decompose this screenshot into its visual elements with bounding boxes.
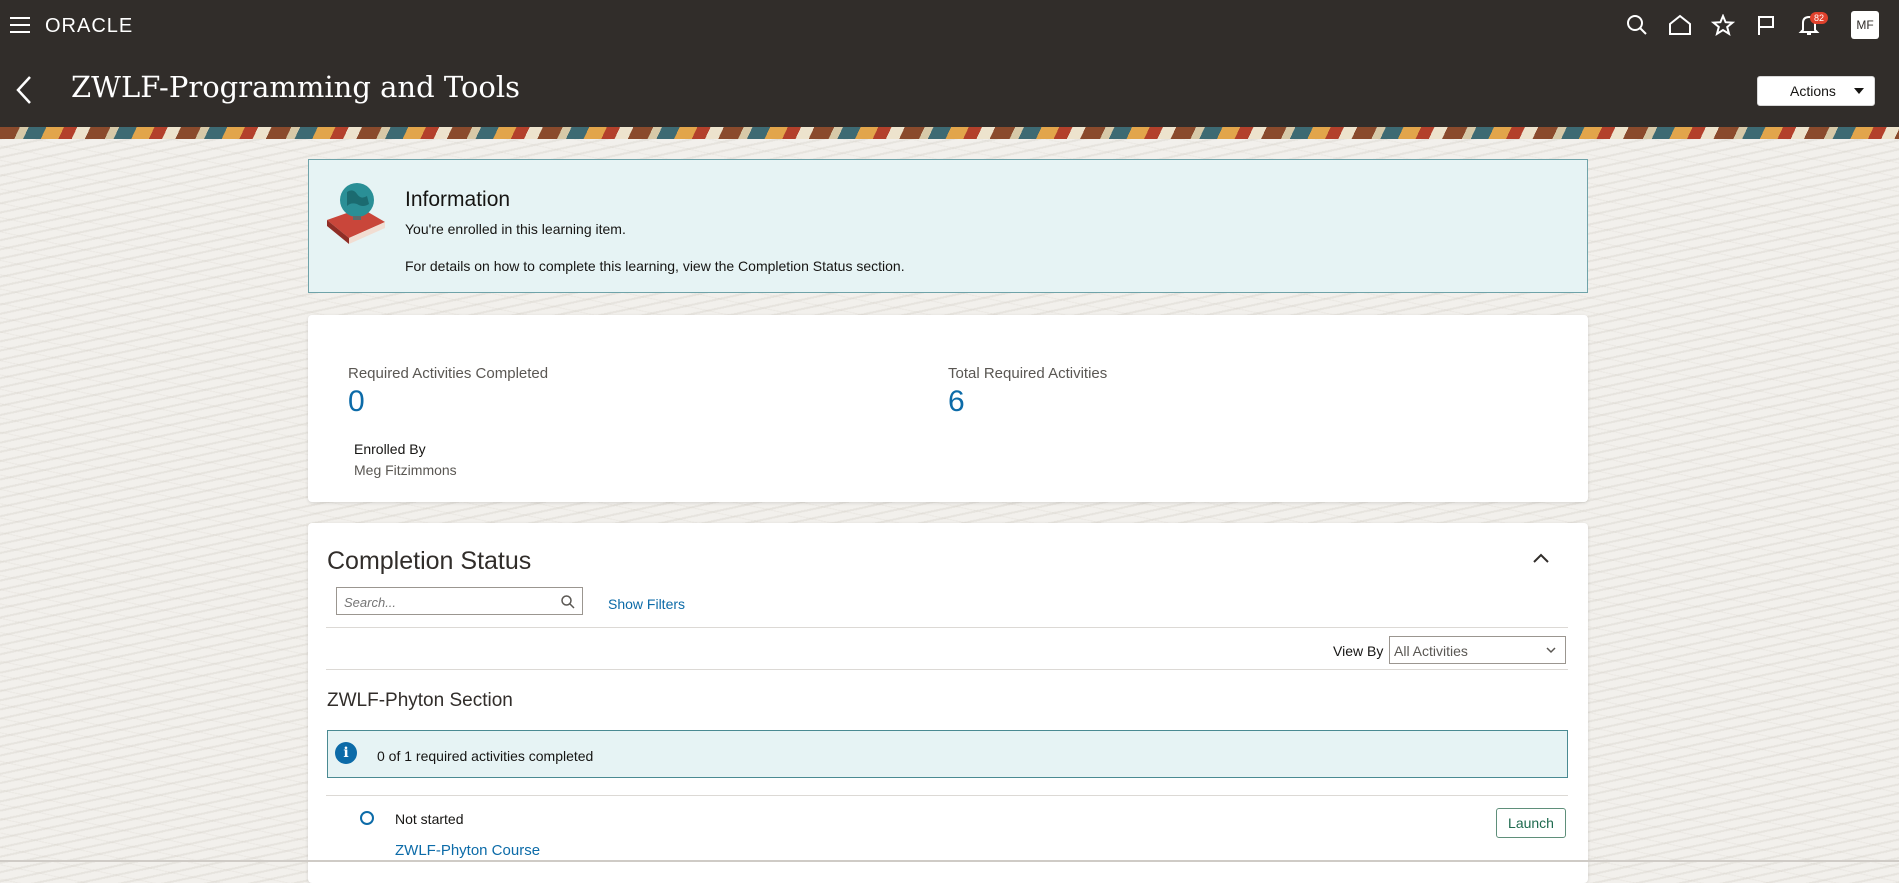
requirement-text: 0 of 1 required activities completed [377,748,594,764]
total-required-label: Total Required Activities [948,365,1108,382]
back-icon[interactable] [14,73,38,107]
notifications-bell-icon[interactable]: 82 [1794,10,1829,40]
home-icon[interactable] [1665,10,1695,40]
info-message-card: Information You're enrolled in this lear… [308,159,1588,293]
chevron-up-icon[interactable] [1531,551,1551,565]
search-icon[interactable] [560,594,576,610]
show-filters-link[interactable]: Show Filters [608,596,685,612]
search-icon[interactable] [1622,10,1652,40]
chevron-down-icon [1546,647,1556,654]
not-started-status-icon [360,811,374,825]
view-by-select[interactable]: All Activities [1389,636,1566,664]
notifications-badge: 82 [1810,12,1829,24]
view-by-value: All Activities [1394,643,1468,659]
enrolled-by-label: Enrolled By [354,441,426,457]
actions-label: Actions [1790,83,1836,99]
completion-status-card: Completion Status Show Filters View By A… [308,523,1588,883]
info-message-details: For details on how to complete this lear… [405,258,905,274]
divider [326,795,1568,796]
search-field [336,587,583,615]
enrollment-stats-card: Required Activities Completed 0 Total Re… [308,315,1588,502]
oracle-logo[interactable]: ORACLE [45,15,133,38]
completion-status-title: Completion Status [327,547,532,575]
launch-button[interactable]: Launch [1496,808,1566,838]
search-input[interactable] [342,589,556,615]
total-required-value: 6 [948,385,965,418]
info-icon: i [335,742,357,764]
enrolled-by-value: Meg Fitzimmons [354,462,457,478]
global-toolbar: 82 MF [1622,10,1879,40]
book-globe-illustration-icon [327,183,385,244]
activity-status: Not started [395,811,464,827]
divider [326,669,1568,670]
requirement-info-banner: i 0 of 1 required activities completed [327,730,1568,778]
global-header: ORACLE 82 MF ZWLF-Programming and Tools … [0,0,1899,127]
caret-down-icon [1854,88,1864,94]
view-by-label: View By [1333,643,1384,659]
info-title: Information [405,188,511,211]
actions-menu-button[interactable]: Actions [1757,76,1875,106]
menu-icon[interactable] [10,17,30,33]
user-avatar[interactable]: MF [1851,11,1879,39]
course-link[interactable]: ZWLF-Phyton Course [395,842,540,859]
page-title: ZWLF-Programming and Tools [71,70,521,104]
section-title: ZWLF-Phyton Section [327,690,513,711]
info-message-enrolled: You're enrolled in this learning item. [405,221,626,237]
required-completed-value: 0 [348,385,365,418]
divider [326,627,1568,628]
required-completed-label: Required Activities Completed [348,365,549,382]
flag-icon[interactable] [1751,10,1781,40]
favorites-star-icon[interactable] [1708,10,1738,40]
decorative-banner [0,127,1899,139]
